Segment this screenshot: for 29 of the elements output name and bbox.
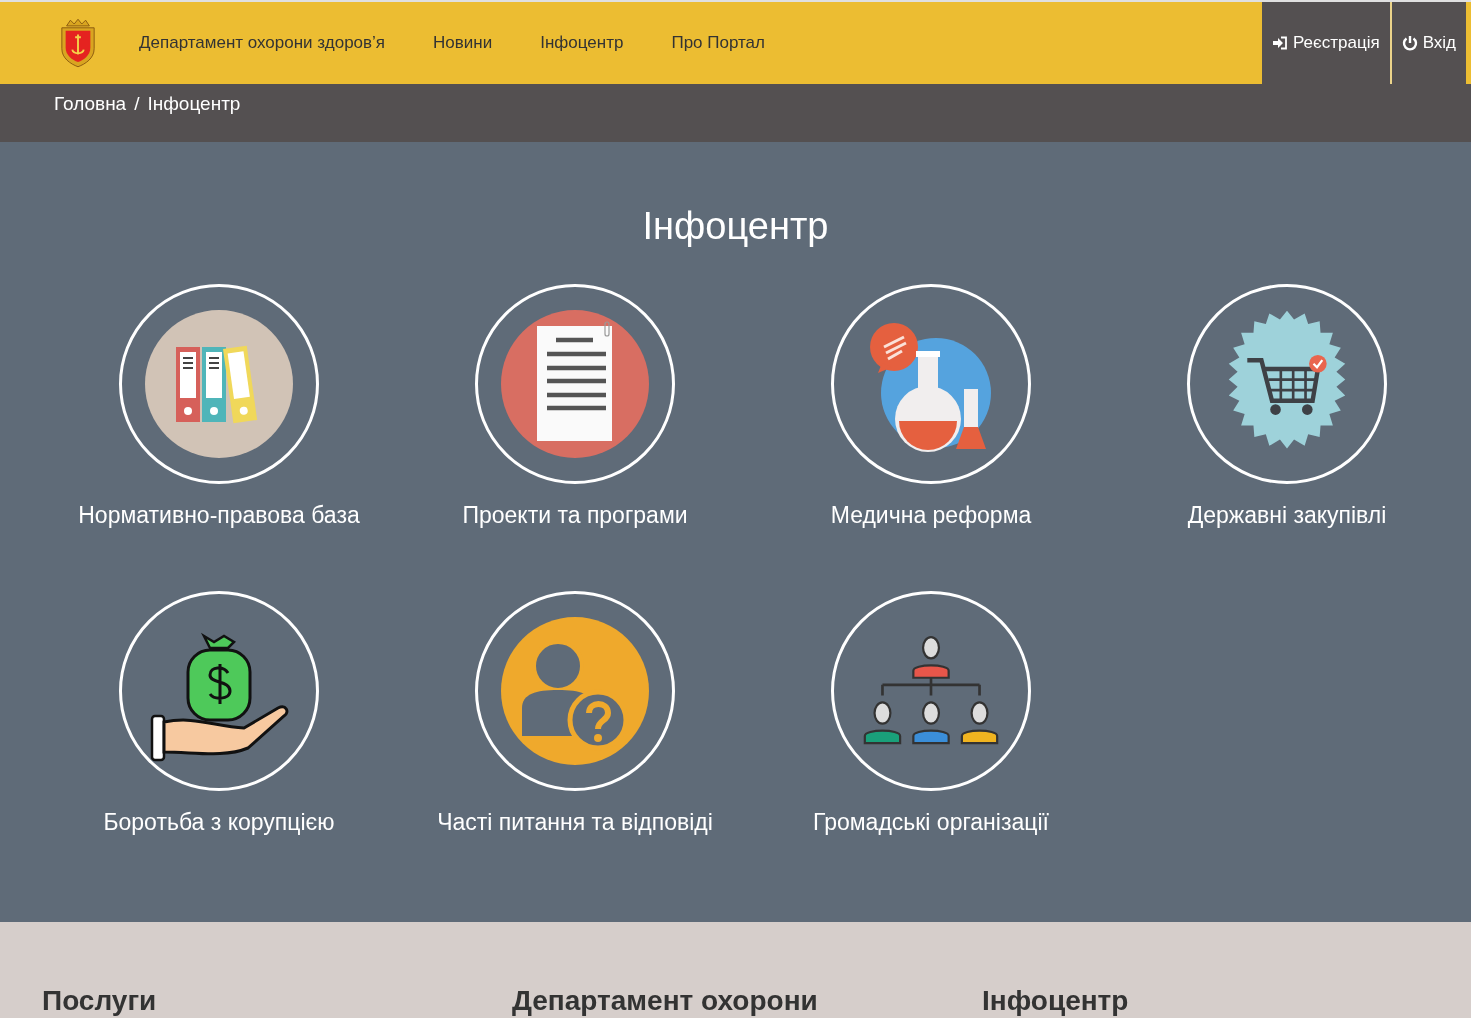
sign-in-icon xyxy=(1272,35,1288,51)
user-question-icon xyxy=(500,616,650,766)
nav-link[interactable]: Інфоцентр xyxy=(540,33,624,53)
tile-link[interactable]: Державні закупівлі xyxy=(1187,502,1387,529)
tile-link[interactable]: Часті питання та відповіді xyxy=(437,809,713,836)
tile-link[interactable]: Нормативно-правова база xyxy=(78,502,360,529)
breadcrumb-link[interactable]: Інфоцентр xyxy=(147,93,241,115)
icon-ring[interactable] xyxy=(119,591,319,791)
nav-link[interactable]: Про Портал xyxy=(671,33,765,53)
icon-ring[interactable] xyxy=(475,284,675,484)
tile-link[interactable]: Громадські організації xyxy=(813,809,1049,836)
breadcrumb-separator: / xyxy=(134,93,140,115)
page-title: Інфоцентр xyxy=(641,204,830,248)
footer-heading: Інфоцентр xyxy=(982,986,1130,1018)
tile-link[interactable]: Боротьба з корупцією xyxy=(103,809,335,836)
coat-of-arms-logo[interactable] xyxy=(59,18,97,68)
footer-heading: Послуги xyxy=(42,986,158,1018)
binders-icon xyxy=(144,309,294,459)
document-icon xyxy=(500,309,650,459)
icon-ring[interactable] xyxy=(1187,284,1387,484)
icon-ring[interactable] xyxy=(831,591,1031,791)
breadcrumb-link[interactable]: Головна xyxy=(54,93,127,115)
nav-link[interactable]: Новини xyxy=(433,33,493,53)
header-button[interactable]: Реєстрація xyxy=(1262,2,1390,84)
tile-link[interactable]: Медична реформа xyxy=(830,502,1032,529)
nav-link[interactable]: Департамент охорони здоров’я xyxy=(139,33,386,53)
power-icon xyxy=(1401,35,1418,51)
footer-heading: Департамент охорони xyxy=(512,986,819,1018)
tile-link[interactable]: Проекти та програми xyxy=(462,502,688,529)
